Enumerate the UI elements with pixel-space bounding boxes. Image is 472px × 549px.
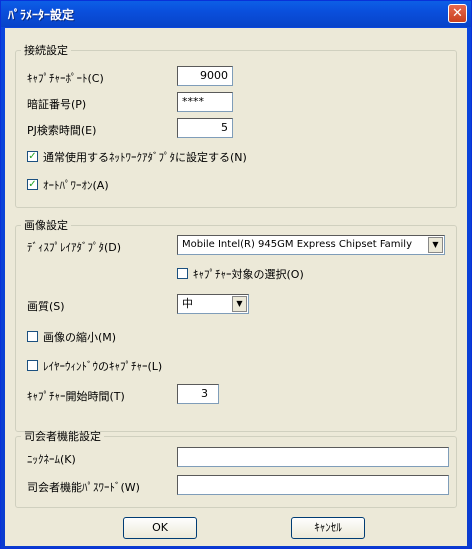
chevron-down-icon[interactable]: ▼ <box>232 296 247 312</box>
auto-power-checkbox[interactable]: ✓ <box>27 179 38 190</box>
display-adapter-select[interactable]: Mobile Intel(R) 945GM Express Chipset Fa… <box>177 235 445 255</box>
title-bar[interactable]: ﾊﾟﾗﾒｰﾀｰ設定 ✕ <box>1 1 471 27</box>
pj-search-time-label: PJ検索時間(E) <box>27 124 97 137</box>
host-settings-legend: 司会者機能設定 <box>24 430 101 443</box>
normal-adapter-label[interactable]: 通常使用するﾈｯﾄﾜｰｸｱﾀﾞﾌﾟﾀに設定する(N) <box>43 149 247 165</box>
close-button[interactable]: ✕ <box>448 4 467 23</box>
layer-window-label[interactable]: ﾚｲﾔｰｳｨﾝﾄﾞｳのｷｬﾌﾟﾁｬｰ(L) <box>43 358 162 374</box>
capture-port-input[interactable]: 9000 <box>177 66 233 86</box>
pin-input[interactable]: **** <box>177 92 233 112</box>
normal-adapter-checkbox[interactable]: ✓ <box>27 151 38 162</box>
capture-target-checkbox[interactable] <box>177 268 188 279</box>
quality-label: 画質(S) <box>27 300 65 313</box>
connection-settings-legend: 接続設定 <box>24 44 68 57</box>
ok-button[interactable]: OK <box>123 517 197 539</box>
host-password-input[interactable] <box>177 475 449 495</box>
image-settings-legend: 画像設定 <box>24 219 68 232</box>
dialog-window: ﾊﾟﾗﾒｰﾀｰ設定 ✕ 接続設定 ｷｬﾌﾟﾁｬｰﾎﾟｰﾄ(C) 9000 暗証番… <box>0 0 472 549</box>
capture-start-time-input[interactable]: 3 <box>177 384 219 404</box>
quality-select[interactable]: 中 ▼ <box>177 294 249 314</box>
shrink-image-checkbox[interactable] <box>27 331 38 342</box>
chevron-down-icon[interactable]: ▼ <box>428 237 443 253</box>
host-password-label: 司会者機能ﾊﾟｽﾜｰﾄﾞ(W) <box>27 481 140 494</box>
capture-start-time-label: ｷｬﾌﾟﾁｬｰ開始時間(T) <box>27 390 125 403</box>
auto-power-label[interactable]: ｵｰﾄﾊﾟﾜｰｵﾝ(A) <box>43 177 109 193</box>
window-title: ﾊﾟﾗﾒｰﾀｰ設定 <box>8 8 75 22</box>
host-settings-group: 司会者機能設定 <box>15 428 457 508</box>
cancel-button[interactable]: ｷｬﾝｾﾙ <box>291 517 365 539</box>
layer-window-checkbox[interactable] <box>27 360 38 371</box>
nickname-label: ﾆｯｸﾈｰﾑ(K) <box>27 453 76 466</box>
capture-port-label: ｷｬﾌﾟﾁｬｰﾎﾟｰﾄ(C) <box>27 72 104 85</box>
shrink-image-label[interactable]: 画像の縮小(M) <box>43 329 116 345</box>
pin-label: 暗証番号(P) <box>27 98 87 111</box>
capture-target-label[interactable]: ｷｬﾌﾟﾁｬｰ対象の選択(O) <box>193 266 304 282</box>
dialog-body: 接続設定 ｷｬﾌﾟﾁｬｰﾎﾟｰﾄ(C) 9000 暗証番号(P) **** PJ… <box>5 28 467 546</box>
nickname-input[interactable] <box>177 447 449 467</box>
display-adapter-value: Mobile Intel(R) 945GM Express Chipset Fa… <box>182 239 413 250</box>
capture-start-time-value: 3 <box>201 387 208 400</box>
display-adapter-label: ﾃﾞｨｽﾌﾟﾚｲｱﾀﾞﾌﾟﾀ(D) <box>27 241 122 254</box>
quality-value: 中 <box>182 297 193 310</box>
pj-search-time-input[interactable]: 5 <box>177 118 233 138</box>
